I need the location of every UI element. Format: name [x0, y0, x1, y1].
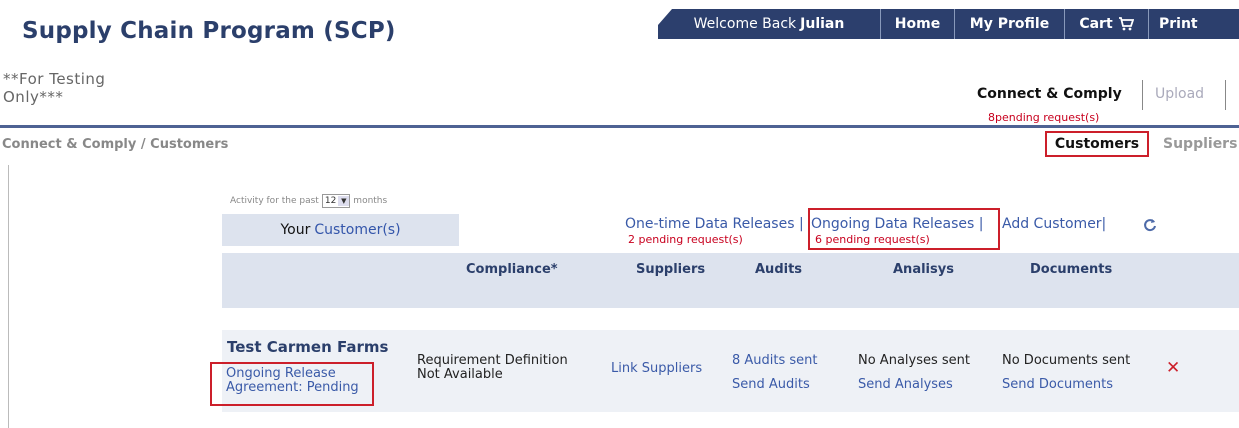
one-time-data-releases-link[interactable]: One-time Data Releases | [625, 216, 804, 232]
audits-cell: 8 Audits sent Send Audits [732, 349, 818, 397]
column-header-documents: Documents [1030, 262, 1113, 277]
agreement-line1: Ongoing Release [226, 366, 336, 381]
subtab-customers[interactable]: Customers [1045, 131, 1149, 157]
agreement-line2: Agreement: Pending [226, 380, 359, 395]
activity-prefix: Activity for the past [230, 196, 319, 206]
tab-divider [1142, 80, 1143, 110]
subtab-suppliers[interactable]: Suppliers [1163, 136, 1237, 152]
ongoing-pending-count[interactable]: 6 pending request(s) [815, 233, 930, 246]
audits-sent-link[interactable]: 8 Audits sent [732, 349, 818, 373]
cart-label: Cart [1079, 16, 1113, 32]
chevron-down-icon[interactable]: ▼ [338, 196, 350, 206]
remove-icon[interactable]: ✕ [1166, 358, 1180, 378]
home-link[interactable]: Home [880, 9, 954, 39]
send-audits-link[interactable]: Send Audits [732, 373, 818, 397]
header-divider [0, 125, 1239, 128]
testing-note-line2: Only*** [3, 88, 64, 106]
link-suppliers-link[interactable]: Link Suppliers [611, 361, 702, 376]
tab-upload[interactable]: Upload [1155, 86, 1204, 102]
compliance-status: Requirement Definition Not Available [417, 354, 568, 382]
top-navigation: Welcome Back Julian Home My Profile Cart… [658, 9, 1239, 39]
your-customers-header: Your Customer(s) [222, 214, 459, 246]
column-header-suppliers: Suppliers [636, 262, 706, 277]
refresh-icon[interactable] [1143, 217, 1157, 236]
customer-name[interactable]: Test Carmen Farms [227, 338, 388, 356]
testing-note: **For Testing Only*** [3, 70, 105, 106]
requirement-line2: Not Available [417, 367, 503, 382]
tab-divider [1225, 80, 1226, 110]
send-analyses-link[interactable]: Send Analyses [858, 373, 970, 397]
column-header-compliance: Compliance* [466, 262, 558, 277]
print-link[interactable]: Print [1148, 9, 1228, 39]
welcome-message: Welcome Back Julian [658, 9, 880, 39]
user-name: Julian [800, 16, 845, 32]
documents-cell: No Documents sent Send Documents [1002, 349, 1130, 397]
cart-link[interactable]: Cart [1064, 9, 1148, 39]
cart-icon [1118, 17, 1134, 31]
column-header-audits: Audits [755, 262, 803, 277]
activity-filter: Activity for the past 12 ▼ months [230, 194, 387, 208]
customers-link[interactable]: Customer(s) [314, 222, 400, 238]
documents-sent-text: No Documents sent [1002, 353, 1131, 368]
welcome-prefix: Welcome Back [693, 16, 797, 32]
tab-connect-comply[interactable]: Connect & Comply [977, 86, 1122, 102]
ongoing-release-agreement-link[interactable]: Ongoing Release Agreement: Pending [226, 367, 359, 395]
months-value: 12 [324, 196, 337, 206]
ongoing-data-releases-link[interactable]: Ongoing Data Releases | [811, 216, 983, 232]
one-time-pending-count[interactable]: 2 pending request(s) [628, 233, 743, 246]
analyses-cell: No Analyses sent Send Analyses [858, 349, 970, 397]
my-profile-link[interactable]: My Profile [954, 9, 1064, 39]
breadcrumb: Connect & Comply / Customers [2, 137, 229, 152]
send-documents-link[interactable]: Send Documents [1002, 373, 1130, 397]
testing-note-line1: **For Testing [3, 70, 106, 88]
column-header-analysis: Analisys [893, 262, 954, 277]
add-customer-link[interactable]: Add Customer| [1002, 216, 1106, 232]
analyses-sent-text: No Analyses sent [858, 353, 970, 368]
pending-requests-count[interactable]: 8pending request(s) [988, 111, 1099, 124]
months-select[interactable]: 12 ▼ [321, 194, 351, 208]
left-border [8, 165, 9, 428]
your-customers-prefix: Your [280, 222, 311, 238]
app-title: Supply Chain Program (SCP) [22, 18, 396, 44]
activity-suffix: months [353, 196, 388, 206]
requirement-line1: Requirement Definition [417, 353, 568, 368]
